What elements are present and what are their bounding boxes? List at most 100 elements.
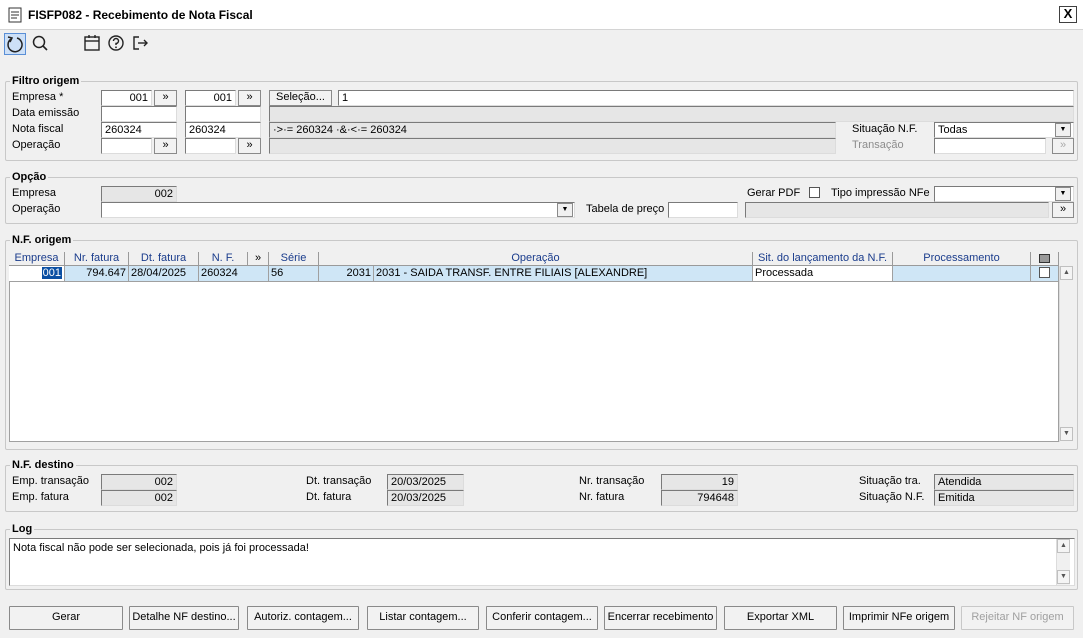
table-row-processamento[interactable] [893, 266, 1031, 282]
emp-transacao-label: Emp. transação [12, 475, 90, 487]
situacao-tra-label: Situação tra. [859, 475, 921, 487]
nf-destino-legend: N.F. destino [10, 459, 76, 471]
col-header-operacao[interactable]: Operação [319, 252, 753, 266]
table-row-checkbox-cell[interactable] [1031, 266, 1059, 282]
exit-icon[interactable] [130, 33, 152, 55]
empresa-to-field[interactable]: 001 [185, 90, 236, 106]
selecao-value-field[interactable]: 1 [338, 90, 1074, 106]
nr-fatura-field: 794648 [661, 490, 738, 506]
exportar-xml-button[interactable]: Exportar XML [724, 606, 837, 630]
table-row-operacao-desc[interactable]: 2031 - SAIDA TRANSF. ENTRE FILIAIS [ALEX… [374, 266, 753, 282]
tabela-preco-label: Tabela de preço [586, 203, 665, 215]
situacao-nf-label: Situação N.F. [852, 123, 918, 135]
window-title: FISFP082 - Recebimento de Nota Fiscal [28, 8, 253, 22]
destino-situacao-nf-field: Emitida [934, 490, 1074, 506]
log-scrollbar[interactable]: ▲ ▼ [1056, 539, 1070, 585]
tipo-impressao-select[interactable] [934, 186, 1074, 202]
log-textarea[interactable]: Nota fiscal não pode ser selecionada, po… [9, 538, 1075, 586]
tabela-preco-field[interactable] [668, 202, 738, 218]
empresa-from-lookup-button[interactable]: » [154, 90, 177, 106]
empresa-from-field[interactable]: 001 [101, 90, 152, 106]
tabela-preco-lookup-button[interactable]: » [1052, 202, 1074, 218]
transacao-field[interactable] [934, 138, 1046, 154]
nf-origem-grid[interactable] [9, 266, 1059, 442]
conferir-contagem-button[interactable]: Conferir contagem... [486, 606, 598, 630]
opcao-operacao-select[interactable] [101, 202, 575, 218]
nota-fiscal-from-field[interactable]: 260324 [101, 122, 177, 138]
emp-fatura-field: 002 [101, 490, 177, 506]
nr-fatura-label: Nr. fatura [579, 491, 625, 503]
table-row-nf[interactable]: 260324 [199, 266, 269, 282]
scroll-up-icon[interactable]: ▲ [1057, 539, 1070, 553]
tipo-impressao-label: Tipo impressão NFe [831, 187, 930, 199]
operacao-from-field[interactable] [101, 138, 152, 154]
listar-contagem-button[interactable]: Listar contagem... [367, 606, 479, 630]
tabela-preco-desc-field [745, 202, 1049, 218]
chevron-down-icon[interactable]: ▼ [557, 203, 573, 217]
nf-origem-legend: N.F. origem [10, 234, 74, 246]
col-header-serie[interactable]: Série [269, 252, 319, 266]
table-row-serie[interactable]: 56 [269, 266, 319, 282]
col-header-nr-fatura[interactable]: Nr. fatura [65, 252, 129, 266]
encerrar-recebimento-button[interactable]: Encerrar recebimento [604, 606, 717, 630]
empresa-to-lookup-button[interactable]: » [238, 90, 261, 106]
detalhe-nf-destino-button[interactable]: Detalhe NF destino... [129, 606, 239, 630]
operacao-from-lookup-button[interactable]: » [154, 138, 177, 154]
situacao-tra-field: Atendida [934, 474, 1074, 490]
close-button[interactable]: X [1059, 6, 1077, 23]
refresh-icon[interactable] [4, 33, 26, 55]
transacao-label: Transação [852, 139, 904, 151]
col-header-nav[interactable]: » [248, 252, 269, 266]
col-header-processamento[interactable]: Processamento [893, 252, 1031, 266]
destino-situacao-nf-label: Situação N.F. [859, 491, 925, 503]
col-header-nf[interactable]: N. F. [199, 252, 248, 266]
emp-fatura-label: Emp. fatura [12, 491, 69, 503]
col-header-dt-fatura[interactable]: Dt. fatura [129, 252, 199, 266]
autoriz-contagem-button[interactable]: Autoriz. contagem... [247, 606, 359, 630]
cell-selected-text: 001 [41, 267, 62, 279]
imprimir-nfe-origem-button[interactable]: Imprimir NFe origem [843, 606, 955, 630]
calendar-icon[interactable] [82, 33, 104, 55]
col-header-empresa[interactable]: Empresa [9, 252, 65, 266]
opcao-legend: Opção [10, 171, 49, 183]
emp-transacao-field: 002 [101, 474, 177, 490]
table-row-operacao-code[interactable]: 2031 [319, 266, 374, 282]
scroll-down-icon[interactable]: ▼ [1060, 427, 1073, 441]
dt-fatura-label: Dt. fatura [306, 491, 352, 503]
scroll-up-icon[interactable]: ▲ [1060, 266, 1073, 280]
data-emissao-label: Data emissão [12, 107, 80, 119]
gerar-pdf-label: Gerar PDF [747, 187, 801, 199]
log-message: Nota fiscal não pode ser selecionada, po… [13, 542, 309, 554]
gerar-pdf-checkbox[interactable] [809, 187, 820, 198]
scroll-down-icon[interactable]: ▼ [1057, 570, 1070, 584]
situacao-nf-select[interactable]: Todas [934, 122, 1074, 138]
grid-scrollbar[interactable]: ▲ ▼ [1059, 266, 1073, 442]
table-row-empresa[interactable]: 001 [9, 266, 65, 282]
gerar-button-label: Gerar [51, 611, 81, 623]
table-row-sit-lancamento[interactable]: Processada [753, 266, 893, 282]
title-bar: FISFP082 - Recebimento de Nota Fiscal X [0, 0, 1083, 30]
dt-transacao-field: 20/03/2025 [387, 474, 464, 490]
dt-fatura-field: 20/03/2025 [387, 490, 464, 506]
table-row-dt-fatura[interactable]: 28/04/2025 [129, 266, 199, 282]
data-emissao-from-field[interactable] [101, 106, 177, 122]
col-header-sit-lancamento[interactable]: Sit. do lançamento da N.F. [753, 252, 893, 266]
rejeitar-nf-origem-button[interactable]: Rejeitar NF origem [961, 606, 1074, 630]
document-icon [8, 7, 22, 23]
nota-fiscal-expr-field: ·>·= 260324 ·&·<·= 260324 [269, 122, 836, 138]
opcao-empresa-field: 002 [101, 186, 177, 202]
help-icon[interactable] [106, 33, 128, 55]
row-select-checkbox[interactable] [1039, 267, 1050, 278]
col-header-select-all[interactable] [1031, 252, 1059, 266]
operacao-to-lookup-button[interactable]: » [238, 138, 261, 154]
data-emissao-to-field[interactable] [185, 106, 261, 122]
chevron-down-icon[interactable]: ▼ [1055, 187, 1071, 201]
selecao-button[interactable]: Seleção... [269, 90, 332, 106]
operacao-to-field[interactable] [185, 138, 236, 154]
table-row-nr-fatura[interactable]: 794.647 [65, 266, 129, 282]
search-icon[interactable] [30, 33, 52, 55]
transacao-lookup-button[interactable]: » [1052, 138, 1074, 154]
nota-fiscal-to-field[interactable]: 260324 [185, 122, 261, 138]
gerar-button[interactable]: Gerar [9, 606, 123, 630]
chevron-down-icon[interactable]: ▼ [1055, 123, 1071, 137]
